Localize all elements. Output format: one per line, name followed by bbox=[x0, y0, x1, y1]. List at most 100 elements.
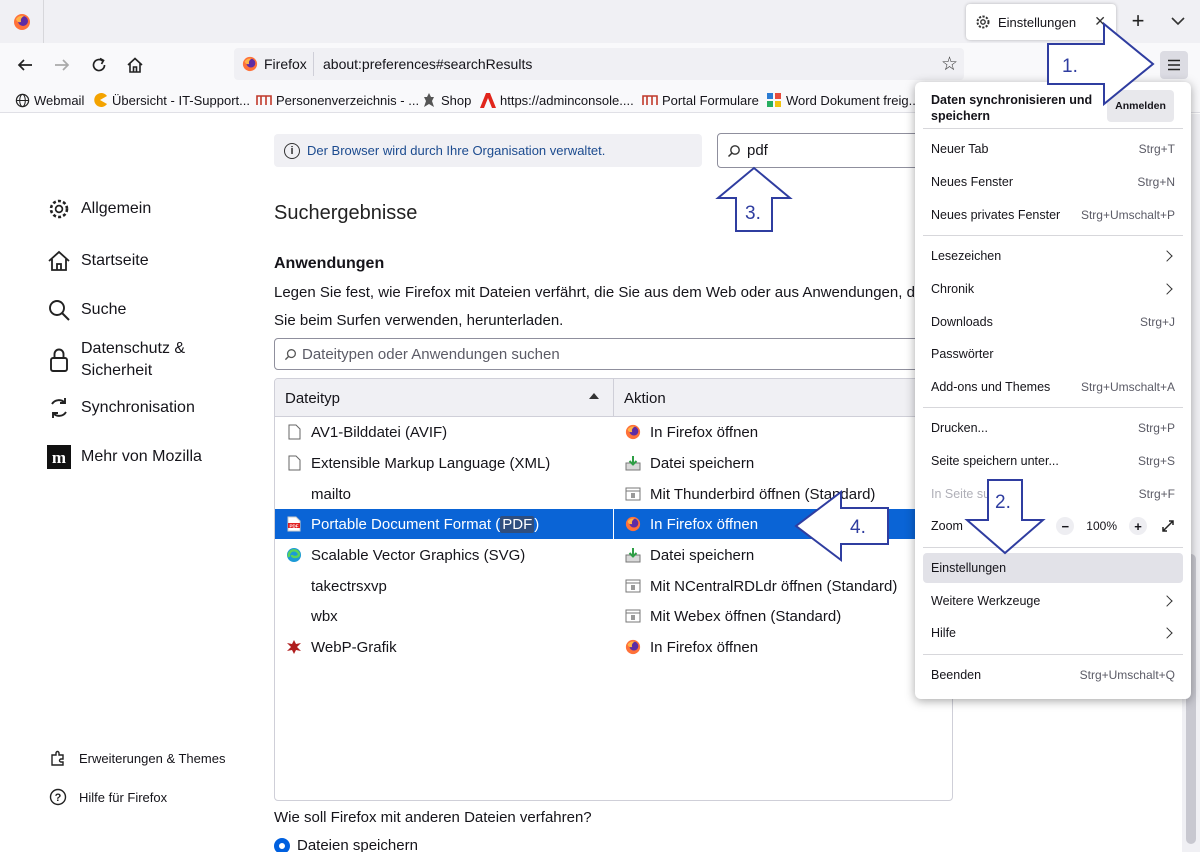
fullscreen-icon[interactable] bbox=[1161, 519, 1175, 533]
zoom-in-button[interactable]: + bbox=[1129, 517, 1147, 535]
action-cell[interactable]: Mit NCentralRDLdr öffnen (Standard) bbox=[624, 571, 897, 601]
sidebar-item-suche[interactable]: Suche bbox=[46, 297, 126, 323]
close-tab-icon[interactable]: ✕ bbox=[1094, 13, 1106, 30]
menu-label: Lesezeichen bbox=[931, 249, 1002, 263]
action-cell[interactable]: Mit Webex öffnen (Standard) bbox=[624, 601, 841, 631]
bookmark-word-dokument[interactable]: Word Dokument freig... bbox=[766, 91, 919, 109]
sidebar-bottom-label: Erweiterungen & Themes bbox=[79, 750, 226, 766]
column-header-aktion[interactable]: Aktion bbox=[624, 390, 666, 407]
section-description-line2: Sie beim Surfen verwenden, herunterladen… bbox=[274, 312, 564, 329]
table-row-selected[interactable]: PDF Portable Document Format (PDF) In Fi… bbox=[275, 509, 952, 539]
search-highlight: PDF bbox=[500, 515, 535, 533]
sidebar-item-datenschutz[interactable]: Datenschutz & Sicherheit bbox=[46, 338, 185, 382]
sort-ascending-icon bbox=[589, 393, 599, 399]
blank-icon bbox=[285, 577, 303, 595]
save-icon bbox=[624, 546, 642, 564]
signin-button[interactable]: Anmelden bbox=[1107, 90, 1174, 122]
table-row[interactable]: takectrsxvp Mit NCentralRDLdr öffnen (St… bbox=[275, 571, 952, 601]
sidebar-item-synchronisation[interactable]: Synchronisation bbox=[46, 395, 195, 421]
reload-icon bbox=[92, 57, 106, 72]
new-tab-button[interactable]: + bbox=[1126, 8, 1150, 34]
menu-item-addons[interactable]: Add-ons und Themes Strg+Umschalt+A bbox=[923, 372, 1183, 402]
table-row[interactable]: Scalable Vector Graphics (SVG) Datei spe… bbox=[275, 540, 952, 570]
bookmark-personenverzeichnis[interactable]: Personenverzeichnis - ... bbox=[256, 91, 419, 109]
bookmark-label: Word Dokument freig... bbox=[786, 92, 920, 108]
sync-title: Daten synchronisieren und speichern bbox=[931, 93, 1093, 123]
table-row[interactable]: mailto Mit Thunderbird öffnen (Standard) bbox=[275, 479, 952, 509]
menu-label: Drucken... bbox=[931, 421, 988, 435]
radio-save-files[interactable]: Dateien speichern bbox=[274, 837, 418, 852]
policy-notice[interactable]: i Der Browser wird durch Ihre Organisati… bbox=[274, 134, 702, 167]
svg-text:PDF: PDF bbox=[290, 523, 299, 528]
filetype-label: Extensible Markup Language (XML) bbox=[311, 454, 551, 472]
bookmark-label: Übersicht - IT-Support... bbox=[112, 92, 250, 108]
menu-item-help[interactable]: Hilfe bbox=[923, 618, 1183, 648]
menu-item-private-window[interactable]: Neues privates Fenster Strg+Umschalt+P bbox=[923, 200, 1183, 230]
action-label: Mit NCentralRDLdr öffnen (Standard) bbox=[650, 577, 898, 595]
menu-item-quit[interactable]: Beenden Strg+Umschalt+Q bbox=[923, 660, 1183, 690]
firefox-view-button[interactable] bbox=[0, 0, 43, 43]
menu-shortcut: Strg+F bbox=[1138, 487, 1175, 501]
filetype-cell: takectrsxvp bbox=[285, 571, 387, 601]
menu-item-passwords[interactable]: Passwörter bbox=[923, 339, 1183, 369]
identity-box[interactable]: Firefox bbox=[242, 54, 307, 74]
menu-item-new-tab[interactable]: Neuer Tab Strg+T bbox=[923, 134, 1183, 164]
menu-item-downloads[interactable]: Downloads Strg+J bbox=[923, 307, 1183, 337]
bookmark-it-support[interactable]: Übersicht - IT-Support... bbox=[92, 91, 250, 109]
sidebar-help[interactable]: ? Hilfe für Firefox bbox=[48, 787, 167, 807]
bookmark-portal-formulare[interactable]: Portal Formulare bbox=[642, 91, 759, 109]
menu-label: Downloads bbox=[931, 315, 993, 329]
sidebar-item-startseite[interactable]: Startseite bbox=[46, 248, 149, 274]
home-button[interactable] bbox=[123, 53, 147, 77]
sidebar-item-allgemein[interactable]: Allgemein bbox=[46, 196, 151, 222]
search-query: pdf bbox=[747, 142, 768, 159]
bookmark-star-icon[interactable]: ☆ bbox=[941, 53, 958, 76]
menu-item-bookmarks[interactable]: Lesezeichen bbox=[923, 241, 1183, 271]
menu-item-history[interactable]: Chronik bbox=[923, 274, 1183, 304]
tab-einstellungen[interactable]: Einstellungen ✕ bbox=[966, 4, 1116, 40]
zoom-reset-button[interactable]: 100% bbox=[1086, 519, 1117, 533]
sidebar-item-label: Mehr von Mozilla bbox=[81, 448, 202, 465]
action-cell[interactable]: Mit Thunderbird öffnen (Standard) bbox=[624, 479, 875, 509]
sidebar-item-mehr-von-mozilla[interactable]: m Mehr von Mozilla bbox=[46, 444, 202, 470]
table-row[interactable]: wbx Mit Webex öffnen (Standard) bbox=[275, 601, 952, 631]
table-row[interactable]: Extensible Markup Language (XML) Datei s… bbox=[275, 448, 952, 478]
filetype-label: WebP-Grafik bbox=[311, 638, 397, 656]
url-bar[interactable]: Firefox about:preferences#searchResults … bbox=[234, 48, 964, 80]
menu-item-more-tools[interactable]: Weitere Werkzeuge bbox=[923, 586, 1183, 616]
menu-item-print[interactable]: Drucken... Strg+P bbox=[923, 413, 1183, 443]
bookmark-label: Personenverzeichnis - ... bbox=[276, 92, 420, 108]
action-cell[interactable]: In Firefox öffnen bbox=[624, 509, 758, 539]
action-cell[interactable]: In Firefox öffnen bbox=[624, 417, 758, 447]
list-all-tabs-button[interactable] bbox=[1168, 10, 1188, 32]
zoom-out-button[interactable]: − bbox=[1056, 517, 1075, 535]
app-menu-button[interactable] bbox=[1160, 51, 1188, 79]
navigation-toolbar: Firefox about:preferences#searchResults … bbox=[0, 43, 1200, 87]
bookmark-adminconsole[interactable]: https://adminconsole.... bbox=[480, 91, 634, 109]
url-divider bbox=[313, 52, 314, 76]
filetype-filter-input[interactable]: Dateitypen oder Anwendungen suchen bbox=[274, 338, 924, 370]
sidebar-extensions-themes[interactable]: Erweiterungen & Themes bbox=[48, 748, 225, 768]
filetype-cell: mailto bbox=[285, 479, 351, 509]
action-cell[interactable]: Datei speichern bbox=[624, 540, 754, 570]
search-icon bbox=[46, 297, 72, 323]
menu-item-save-page[interactable]: Seite speichern unter... Strg+S bbox=[923, 446, 1183, 476]
bookmark-webmail[interactable]: Webmail bbox=[14, 91, 84, 109]
sidebar-item-label-block: Datenschutz & Sicherheit bbox=[81, 338, 185, 382]
menu-label: Neues privates Fenster bbox=[931, 208, 1061, 222]
reload-button[interactable] bbox=[87, 53, 111, 77]
menu-item-new-window[interactable]: Neues Fenster Strg+N bbox=[923, 167, 1183, 197]
back-button[interactable] bbox=[13, 53, 37, 77]
table-row[interactable]: AV1-Bilddatei (AVIF) In Firefox öffnen bbox=[275, 417, 952, 447]
action-cell[interactable]: Datei speichern bbox=[624, 448, 754, 478]
table-row[interactable]: WebP-Grafik In Firefox öffnen bbox=[275, 632, 952, 662]
bookmark-shop[interactable]: Shop bbox=[421, 91, 471, 109]
column-header-dateityp[interactable]: Dateityp bbox=[285, 390, 340, 407]
action-cell[interactable]: In Firefox öffnen bbox=[624, 632, 758, 662]
menu-item-find-in-page[interactable]: In Seite su Strg+F bbox=[923, 479, 1183, 509]
menu-item-settings[interactable]: Einstellungen bbox=[923, 553, 1183, 583]
forward-button[interactable] bbox=[50, 53, 74, 77]
menu-shortcut: Strg+Umschalt+Q bbox=[1079, 668, 1175, 682]
menu-label: Add-ons und Themes bbox=[931, 380, 1051, 394]
url-text[interactable]: about:preferences#searchResults bbox=[323, 56, 532, 72]
